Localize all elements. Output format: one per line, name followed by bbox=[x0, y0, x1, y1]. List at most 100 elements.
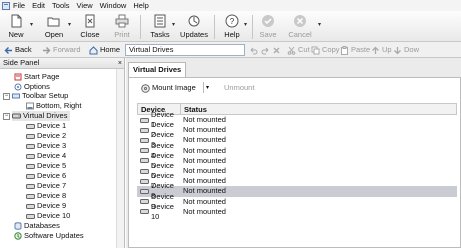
table-row-selected[interactable]: Device 8 Not mounted bbox=[137, 181, 457, 200]
tree-item-device-8[interactable]: Device 8 bbox=[26, 191, 66, 201]
table-row[interactable]: Device 3 Not mounted bbox=[137, 130, 457, 149]
main-content: Virtual Drives Mount Image ▾ Unmount Dev… bbox=[126, 58, 461, 248]
drive-icon bbox=[140, 209, 149, 215]
tree-item-start-page[interactable]: Start Page bbox=[14, 72, 59, 82]
cut-button[interactable]: Cut bbox=[287, 44, 310, 56]
close-button[interactable]: Close bbox=[76, 13, 104, 41]
mount-image-button[interactable]: Mount Image bbox=[141, 83, 196, 93]
table-row[interactable]: Device 9 Not mounted bbox=[137, 192, 457, 211]
menu-window[interactable]: Window bbox=[100, 0, 127, 11]
tree-item-device-5[interactable]: Device 5 bbox=[26, 161, 66, 171]
open-dropdown-arrow[interactable]: ▾ bbox=[68, 21, 74, 28]
toolbar-setup-expander[interactable]: − bbox=[3, 93, 10, 100]
table-row[interactable]: Device 10 Not mounted bbox=[137, 202, 457, 221]
new-button[interactable]: New bbox=[2, 13, 30, 41]
paste-button[interactable]: Paste bbox=[340, 44, 370, 56]
device-status: Not mounted bbox=[183, 155, 226, 165]
print-button[interactable]: Print bbox=[108, 13, 136, 41]
toolbar-separator bbox=[214, 15, 215, 39]
device-status: Not mounted bbox=[183, 115, 226, 125]
tree-item-device-3[interactable]: Device 3 bbox=[26, 141, 66, 151]
tab-bar: Virtual Drives bbox=[126, 58, 461, 77]
tree-item-device-4[interactable]: Device 4 bbox=[26, 151, 66, 161]
drive-icon bbox=[26, 133, 35, 139]
navigation-bar: Back Forward Home Virtual Drives Cut Cop… bbox=[0, 42, 461, 58]
cancel-button[interactable]: Cancel bbox=[286, 13, 314, 41]
down-arrow-icon bbox=[394, 46, 401, 54]
forward-arrow-icon bbox=[43, 46, 51, 54]
menu-edit[interactable]: Edit bbox=[32, 0, 45, 11]
table-row[interactable]: Device 7 Not mounted bbox=[137, 171, 457, 190]
copy-icon bbox=[311, 46, 320, 54]
menu-view[interactable]: View bbox=[77, 0, 93, 11]
help-button[interactable]: ? Help bbox=[218, 13, 246, 41]
back-button[interactable]: Back bbox=[4, 44, 32, 56]
cancel-dropdown-arrow[interactable]: ▾ bbox=[318, 21, 324, 28]
tasks-dropdown-arrow[interactable]: ▾ bbox=[172, 21, 178, 28]
device-status: Not mounted bbox=[183, 125, 226, 135]
tree-item-device-1[interactable]: Device 1 bbox=[26, 121, 66, 131]
tasks-button[interactable]: Tasks bbox=[146, 13, 174, 41]
menu-tools[interactable]: Tools bbox=[52, 0, 70, 11]
new-dropdown-arrow[interactable]: ▾ bbox=[30, 21, 36, 28]
undo-button[interactable] bbox=[249, 44, 260, 56]
table-row[interactable]: Device 6 Not mounted bbox=[137, 161, 457, 180]
help-dropdown-arrow[interactable]: ▾ bbox=[244, 21, 250, 28]
app-icon bbox=[2, 1, 10, 10]
tree-item-device-2[interactable]: Device 2 bbox=[26, 131, 66, 141]
device-name: Device 10 bbox=[151, 201, 174, 221]
tree-item-databases[interactable]: Databases bbox=[14, 221, 60, 231]
home-icon bbox=[89, 45, 98, 54]
up-arrow-icon bbox=[372, 46, 379, 54]
tree-item-device-7[interactable]: Device 7 bbox=[26, 181, 66, 191]
save-button[interactable]: Save bbox=[254, 13, 282, 41]
undo-icon bbox=[250, 47, 258, 54]
toolbar-position-icon bbox=[26, 102, 34, 110]
main-toolbar: New ▾ Open ▾ Close Print Tasks ▾ Updates… bbox=[0, 11, 461, 42]
drive-icon bbox=[26, 173, 35, 179]
virtual-drive-icon bbox=[12, 113, 21, 119]
new-document-icon bbox=[11, 14, 22, 28]
toolbar-separator bbox=[252, 15, 253, 39]
side-panel-scrollbar[interactable] bbox=[116, 69, 124, 248]
unmount-button[interactable]: Unmount bbox=[224, 83, 254, 93]
menu-file[interactable]: File bbox=[13, 0, 25, 11]
column-header-status[interactable]: Status bbox=[181, 104, 207, 114]
tree-item-device-10[interactable]: Device 10 bbox=[26, 211, 70, 221]
move-down-button[interactable]: Dow bbox=[393, 44, 419, 56]
move-up-button[interactable]: Up bbox=[371, 44, 392, 56]
table-row[interactable]: Device 1 Not mounted bbox=[137, 110, 457, 129]
tree-item-device-9[interactable]: Device 9 bbox=[26, 201, 66, 211]
table-row[interactable]: Device 2 Not mounted bbox=[137, 120, 457, 139]
address-field[interactable]: Virtual Drives bbox=[125, 44, 245, 56]
tab-virtual-drives[interactable]: Virtual Drives bbox=[128, 62, 187, 77]
updates-button[interactable]: Updates bbox=[180, 13, 208, 41]
tree-item-virtual-drives[interactable]: Virtual Drives bbox=[12, 111, 71, 121]
close-document-icon bbox=[85, 14, 95, 28]
tree-item-software-updates[interactable]: Software Updates bbox=[14, 231, 84, 241]
tree-item-bottom-right[interactable]: Bottom, Right bbox=[26, 101, 81, 111]
menu-bar: File Edit Tools View Window Help bbox=[0, 0, 461, 11]
cancel-icon bbox=[294, 15, 306, 27]
redo-button[interactable] bbox=[261, 44, 272, 56]
printer-icon bbox=[115, 14, 129, 28]
drive-icon bbox=[26, 203, 35, 209]
menu-help[interactable]: Help bbox=[133, 0, 148, 11]
table-row[interactable]: Device 4 Not mounted bbox=[137, 141, 457, 160]
copy-button[interactable]: Copy bbox=[311, 44, 340, 56]
forward-button[interactable]: Forward bbox=[42, 44, 81, 56]
options-icon bbox=[14, 83, 22, 91]
software-updates-icon bbox=[14, 232, 22, 240]
side-panel-close-button[interactable]: × bbox=[118, 59, 122, 69]
virtual-drives-expander[interactable]: − bbox=[3, 113, 10, 120]
open-button[interactable]: Open bbox=[40, 13, 68, 41]
toolbar-setup-icon bbox=[12, 93, 20, 99]
tree-item-device-6[interactable]: Device 6 bbox=[26, 171, 66, 181]
table-row[interactable]: Device 5 Not mounted bbox=[137, 151, 457, 170]
drive-icon bbox=[26, 183, 35, 189]
mount-image-dropdown-arrow[interactable]: ▾ bbox=[206, 83, 209, 93]
delete-button[interactable] bbox=[272, 44, 283, 56]
home-button[interactable]: Home bbox=[89, 44, 120, 56]
tree-item-toolbar-setup[interactable]: Toolbar Setup bbox=[12, 91, 68, 101]
drive-icon bbox=[26, 163, 35, 169]
